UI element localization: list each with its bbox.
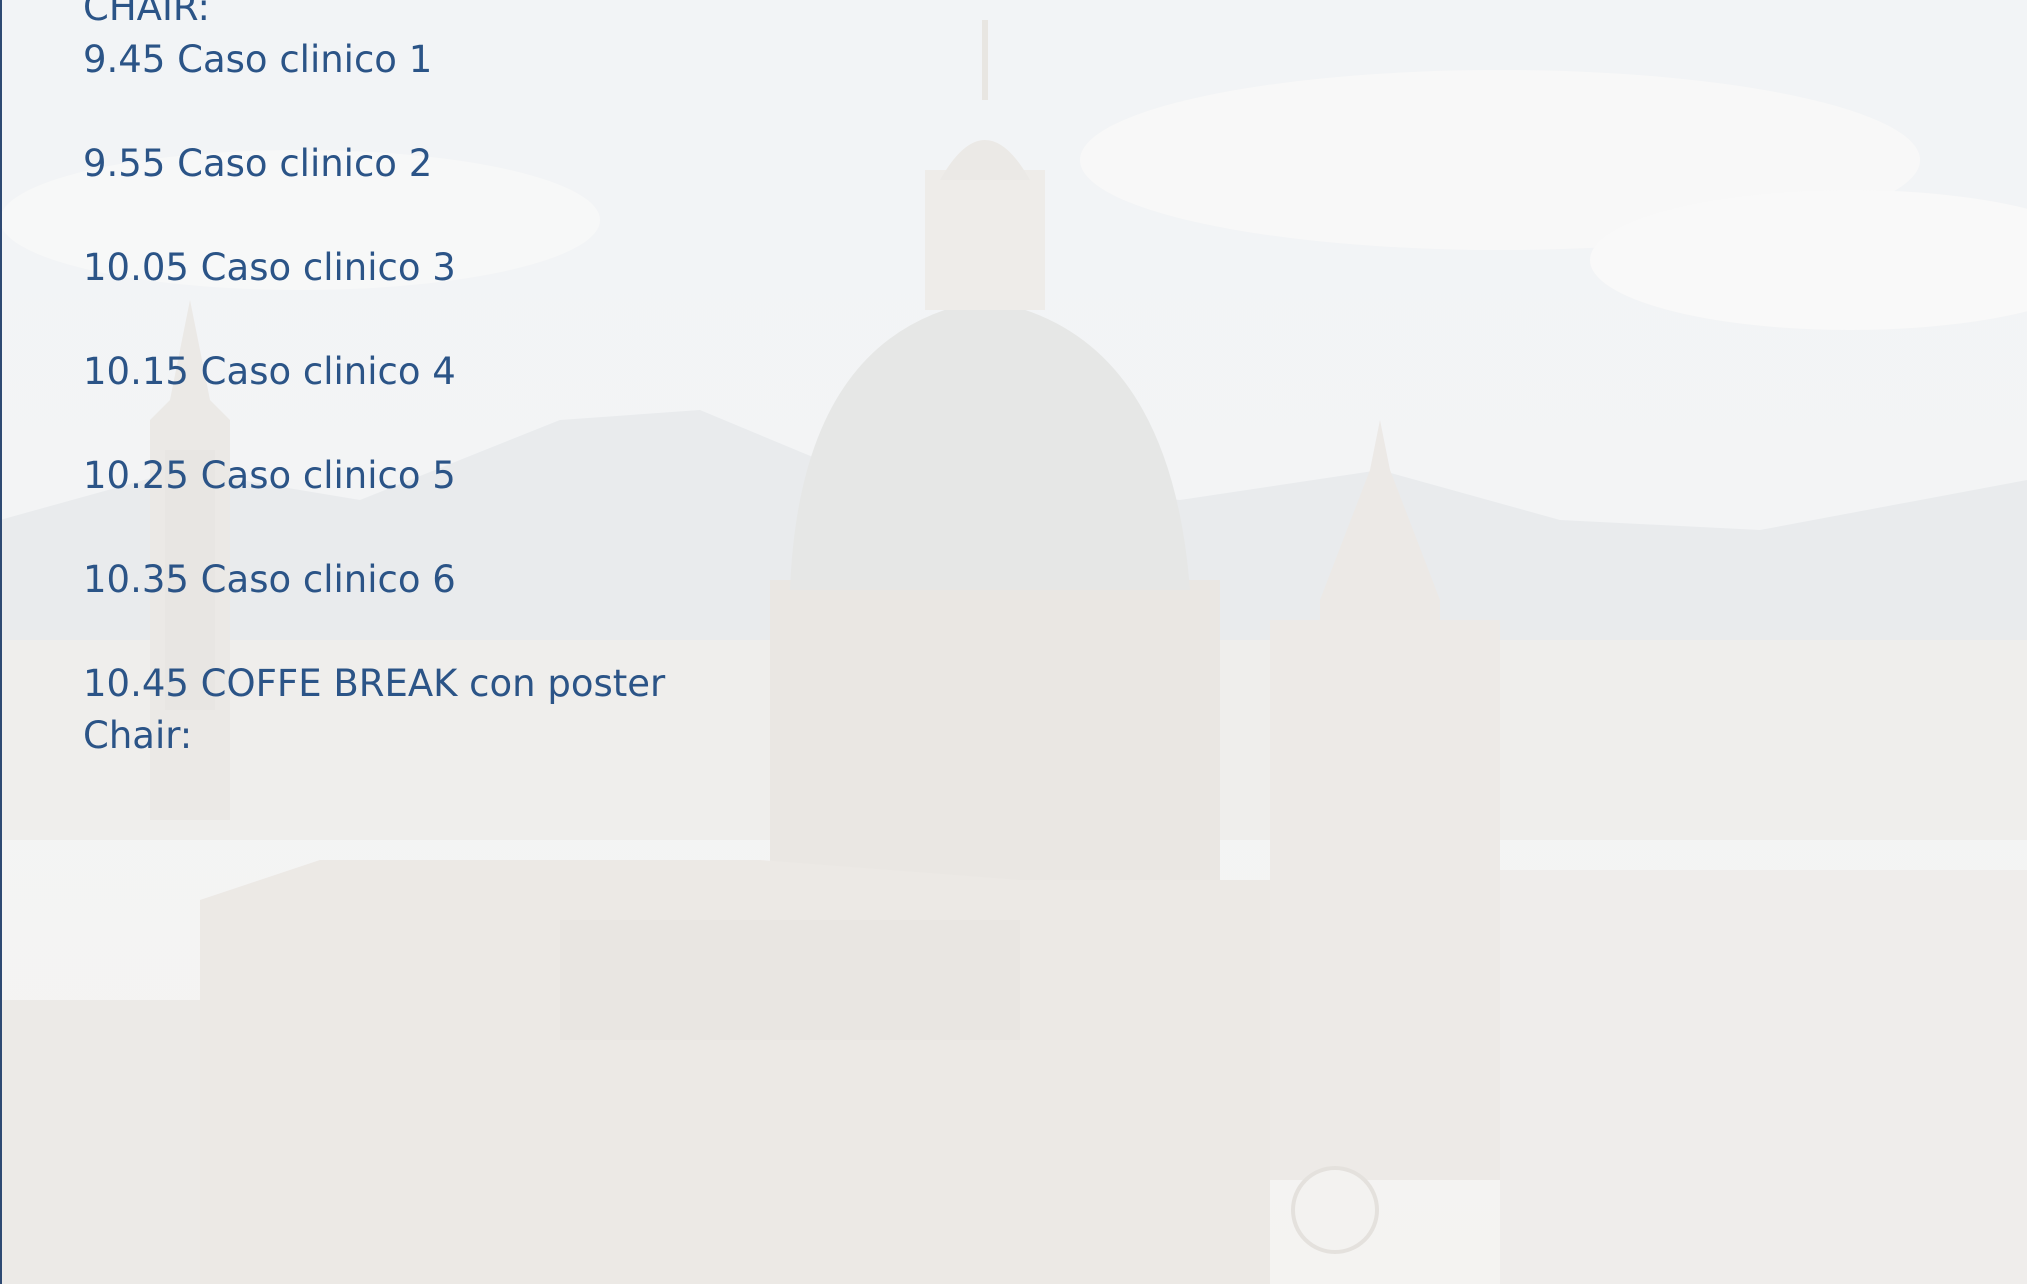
- schedule-item-1: 9.45 Caso clinico 1: [83, 38, 433, 81]
- session-chair-heading: CHAIR:: [83, 0, 210, 29]
- schedule-item-6: 10.35 Caso clinico 6: [83, 558, 456, 601]
- schedule-item-5: 10.25 Caso clinico 5: [83, 454, 456, 497]
- left-border-line: [0, 0, 2, 1284]
- schedule-item-3: 10.05 Caso clinico 3: [83, 246, 456, 289]
- agenda-page: CHAIR: 9.45 Caso clinico 1 9.55 Caso cli…: [0, 0, 2027, 1284]
- schedule-item-2: 9.55 Caso clinico 2: [83, 142, 433, 185]
- program-schedule: CHAIR: 9.45 Caso clinico 1 9.55 Caso cli…: [83, 0, 983, 762]
- schedule-item-4: 10.15 Caso clinico 4: [83, 350, 456, 393]
- chair-label: Chair:: [83, 714, 193, 757]
- schedule-item-coffee-break: 10.45 COFFE BREAK con poster: [83, 662, 666, 705]
